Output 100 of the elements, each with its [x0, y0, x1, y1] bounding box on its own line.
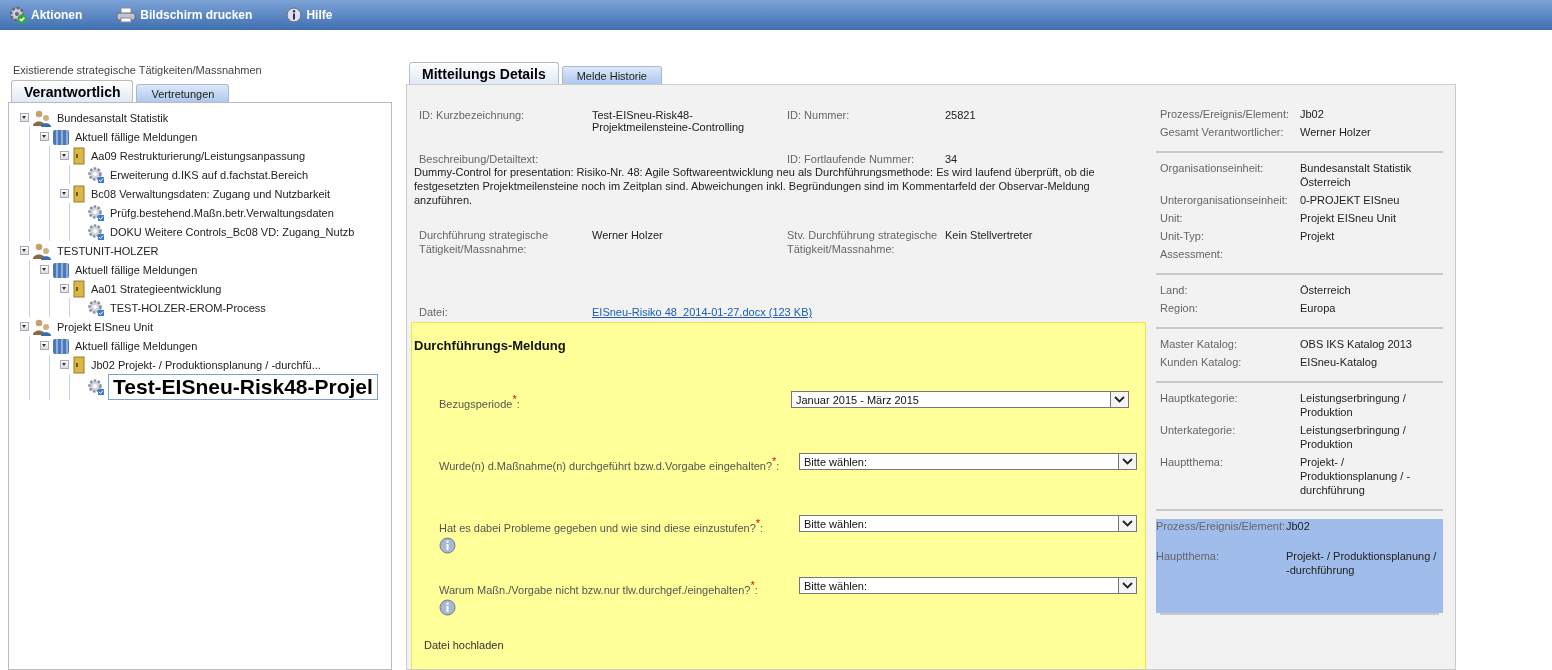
field-label: Master Katalog:	[1160, 337, 1239, 351]
field-label: Stv. Durchführung strategische Tätigkeit/Massnahme:	[787, 228, 939, 256]
field-value: OBS IKS Katalog 2013	[1300, 337, 1413, 351]
field-label: Datei:	[419, 306, 449, 320]
binder-icon	[52, 260, 70, 279]
tree-item[interactable]: Aktuell fällige Meldungen	[73, 339, 200, 352]
field-label: Gesamt Verantwortlicher:	[1160, 125, 1285, 139]
binder-icon	[52, 336, 70, 355]
field-value: Leistungserbringung / Produktion	[1300, 423, 1407, 451]
tree-item[interactable]: Erweiterung d.IKS auf d.fachstat.Bereich	[108, 168, 311, 181]
select-field[interactable]: Bitte wählen:	[799, 577, 1137, 594]
field-label: Hauptthema:	[1156, 549, 1220, 564]
field-label: Organisationseinheit:	[1160, 161, 1265, 176]
field-value: 0-PROJEKT EISneu	[1300, 193, 1401, 207]
field-label: Land:	[1160, 283, 1189, 297]
tree-item[interactable]: Test-EISneu-Risk48-Projel	[108, 374, 378, 400]
folder-icon	[72, 355, 86, 374]
tree-item[interactable]: Aktuell fällige Meldungen	[73, 130, 200, 143]
gear-icon	[9, 6, 27, 24]
gear-icon	[87, 378, 105, 396]
collapse-toggle[interactable]	[60, 284, 69, 293]
collapse-toggle[interactable]	[60, 189, 69, 198]
info-icon	[286, 7, 303, 23]
field-label: Prozess/Ereignis/Element:	[1160, 107, 1290, 121]
people-icon	[32, 241, 52, 260]
field-label: Unit-Typ:	[1160, 229, 1205, 243]
collapse-toggle[interactable]	[20, 113, 29, 122]
file-link[interactable]: EISneu-Risiko 48_2014-01-27.docx (123 KB)	[592, 306, 813, 318]
field-label: Assessment:	[1160, 247, 1224, 261]
field-value: Leistungserbringung / Produktion	[1300, 391, 1407, 419]
field-label: Beschreibung/Detailtext:	[419, 153, 540, 165]
select-field[interactable]: Januar 2015 - März 2015	[791, 391, 1129, 408]
tree-item[interactable]: Prüfg.bestehend.Maßn.betr.Verwaltungsdaten	[108, 206, 336, 219]
tree-item[interactable]: TESTUNIT-HOLZER	[55, 244, 161, 257]
folder-icon	[72, 279, 86, 298]
field-label: Hauptthema:	[1160, 455, 1224, 470]
folder-icon	[72, 184, 86, 203]
field-value: Kein Stellvertreter	[945, 228, 1034, 243]
tab[interactable]: Mitteilungs Details	[409, 62, 559, 84]
field-label: Hauptkategorie:	[1160, 391, 1239, 406]
field-label: Durchführung strategische Tätigkeit/Massnahme:	[419, 228, 549, 256]
field-label: Unit:	[1160, 211, 1184, 225]
field-label: Unterorganisationseinheit:	[1160, 193, 1289, 207]
field-value: Bundesanstalt Statistik Österreich	[1300, 161, 1413, 189]
field-value: Test-EISneu-Risk48-Projektmeilensteine-Controlling	[592, 109, 746, 133]
select-field[interactable]: Bitte wählen:	[799, 453, 1137, 470]
gear-icon	[87, 298, 105, 317]
info-icon[interactable]	[439, 536, 456, 554]
collapse-toggle[interactable]	[40, 132, 49, 141]
field-value: Werner Holzer	[592, 228, 664, 243]
field-value: Österreich	[1300, 283, 1352, 297]
tree-item[interactable]: Bundesanstalt Statistik	[55, 111, 171, 124]
actions-menu[interactable]: Aktionen	[9, 6, 83, 24]
field-value: 25821	[945, 109, 977, 123]
field-value: 34	[945, 153, 959, 165]
field-value: Projekt- / Produktionsplanung / -durchführung	[1286, 549, 1438, 577]
tree-item[interactable]: Aa09 Restrukturierung/Leistungsanpassung	[89, 149, 308, 162]
gear-icon	[87, 222, 105, 241]
field-value: Europa	[1300, 301, 1337, 315]
field-value: EISneu-Katalog	[1300, 355, 1379, 369]
collapse-toggle[interactable]	[40, 341, 49, 350]
folder-icon	[72, 146, 86, 165]
field-value: Jb02	[1300, 107, 1325, 121]
tree-item[interactable]: Aa01 Strategieentwicklung	[89, 282, 224, 295]
field-label: ID: Fortlaufende Nummer:	[787, 153, 916, 165]
people-icon	[32, 317, 52, 336]
help-button[interactable]: Hilfe	[286, 7, 333, 23]
field-value: Projekt- / Produktionsplanung / -durchführung	[1300, 455, 1412, 497]
tree-item[interactable]: TEST-HOLZER-EROM-Process	[108, 301, 268, 314]
upload-label: Datei hochladen	[424, 639, 505, 651]
tree-item[interactable]: Jb02 Projekt- / Produktionsplanung / -durchfü...	[89, 358, 323, 371]
tree-item[interactable]: Bc08 Verwaltungsdaten: Zugang und Nutzbarkeit	[89, 187, 333, 200]
tab[interactable]: Melde Historie	[561, 66, 662, 84]
tree-item[interactable]: DOKU Weitere Controls_Bc08 VD: Zugang_Nutzb	[108, 225, 357, 238]
field-value: Projekt	[1300, 229, 1336, 243]
field-label: ID: Kurzbezeichnung:	[419, 109, 526, 123]
collapse-toggle[interactable]	[40, 265, 49, 274]
info-icon[interactable]	[439, 598, 456, 616]
field-label: ID: Nummer:	[787, 109, 851, 123]
collapse-toggle[interactable]	[60, 151, 69, 160]
field-value: Werner Holzer	[1300, 125, 1372, 139]
tab[interactable]: Vertretungen	[136, 84, 230, 102]
binder-icon	[52, 127, 70, 146]
form-title: Durchführungs-Meldung	[414, 338, 567, 353]
gear-icon	[87, 165, 105, 184]
tree-item[interactable]: Projekt EISneu Unit	[55, 320, 155, 333]
field-value: Projekt EISneu Unit	[1300, 211, 1397, 225]
collapse-toggle[interactable]	[20, 246, 29, 255]
collapse-toggle[interactable]	[20, 322, 29, 331]
people-icon	[32, 108, 52, 127]
tree-item[interactable]: Aktuell fällige Meldungen	[73, 263, 200, 276]
select-field[interactable]: Bitte wählen:	[799, 515, 1137, 532]
field-label: Prozess/Ereignis/Element:	[1156, 519, 1286, 533]
collapse-toggle[interactable]	[60, 360, 69, 369]
description-text: Dummy-Control for presentation: Risiko-Nr. 48: Agile Softwareentwicklung neu als Durchführungsmethode: Es wird laufend überprüft, ob die festgesetzten Projektmeilensteine noch im Zeitplan sind. Abweichungen inkl. Begründungen sind im Kommentarfeld der Observar-Meldung anzuführen.	[413, 165, 1096, 207]
field-label: Unterkategorie:	[1160, 423, 1237, 438]
field-label: Kunden Katalog:	[1160, 355, 1243, 369]
print-button[interactable]: Bildschirm drucken	[116, 7, 253, 23]
gear-icon	[87, 203, 105, 222]
tab[interactable]: Verantwortlich	[11, 80, 134, 102]
